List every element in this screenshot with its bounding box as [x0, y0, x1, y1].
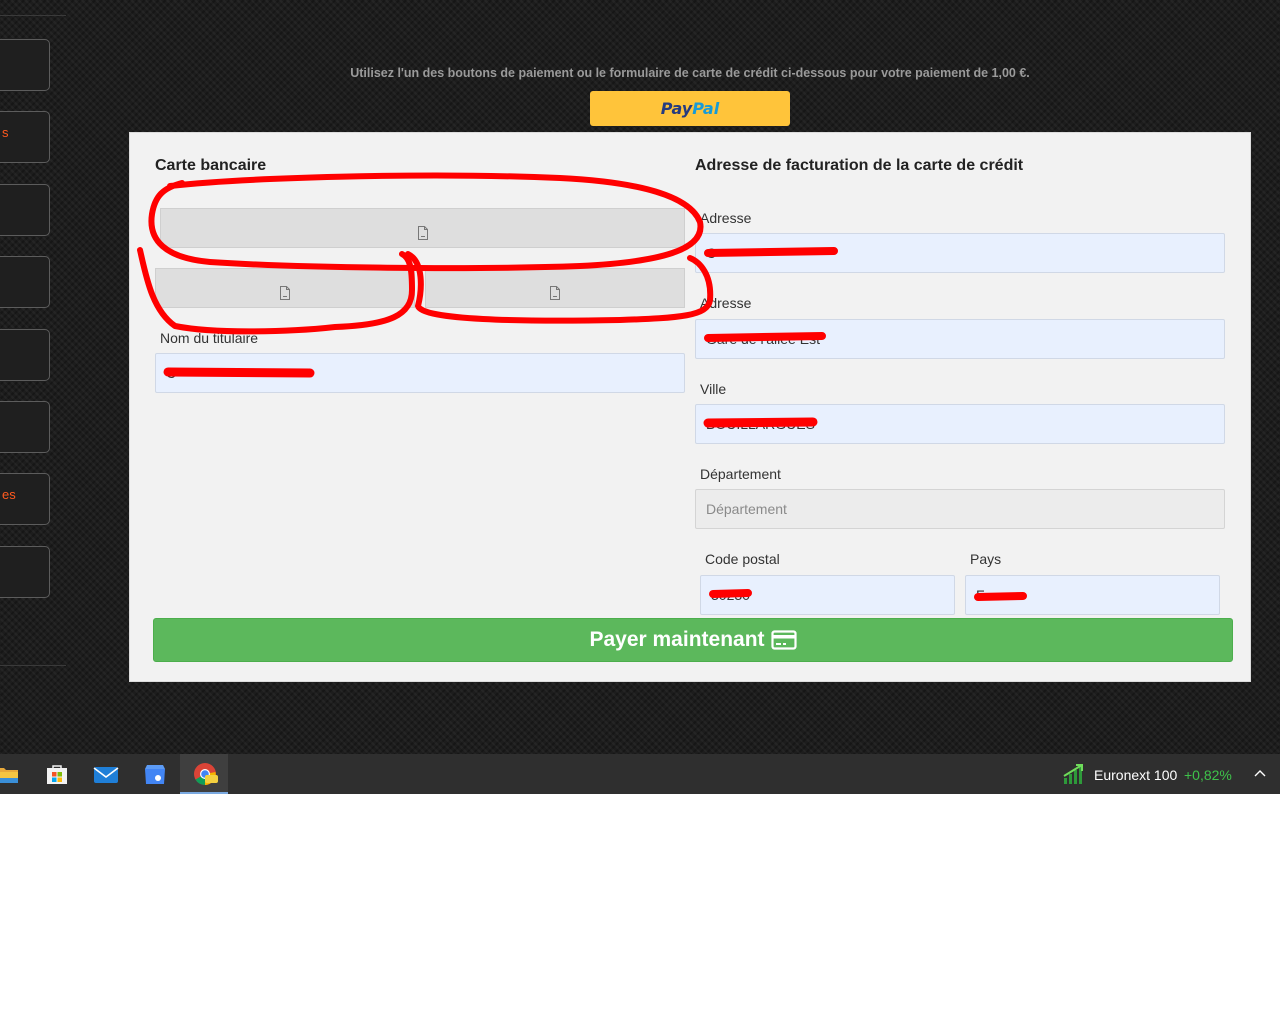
city-input[interactable]: BOUILLARGUES	[695, 404, 1225, 444]
sidebar-item[interactable]: s	[0, 111, 50, 163]
pay-now-label: Payer maintenant	[589, 628, 765, 651]
sidebar-item[interactable]	[0, 39, 50, 91]
zip-input[interactable]: 30230	[700, 575, 955, 615]
broken-frame-icon	[280, 286, 290, 300]
payment-instruction: Utilisez l'un des boutons de paiement ou…	[350, 66, 1030, 80]
country-select[interactable]: F	[965, 575, 1220, 615]
state-input[interactable]: Département	[695, 489, 1225, 529]
sidebar-item[interactable]	[0, 329, 50, 381]
sidebar-item[interactable]: es	[0, 473, 50, 525]
pay-now-button[interactable]: Payer maintenant	[153, 618, 1233, 662]
card-number-frame[interactable]	[160, 208, 685, 248]
sidebar-item-label: s	[2, 125, 9, 140]
chevron-up-icon[interactable]	[1253, 768, 1267, 778]
credit-card-icon	[770, 630, 797, 650]
payment-form-panel: Carte bancaire Nom du titulaire C Adress…	[129, 132, 1251, 682]
broken-frame-icon	[417, 226, 428, 240]
state-label: Département	[700, 466, 781, 482]
sidebar-item[interactable]	[0, 256, 50, 308]
card-holder-label: Nom du titulaire	[160, 330, 259, 346]
card-holder-input[interactable]: C	[155, 353, 685, 393]
card-section-title: Carte bancaire	[155, 157, 267, 174]
file-explorer-icon[interactable]	[0, 762, 20, 786]
address2-input[interactable]: Gare de l'allée Est	[695, 319, 1225, 359]
country-label: Pays	[970, 551, 1002, 567]
billing-section-title: Adresse de facturation de la carte de cr…	[695, 157, 1024, 174]
sidebar-item[interactable]	[0, 184, 50, 236]
stock-change[interactable]: +0,82%	[1184, 767, 1232, 783]
city-label: Ville	[700, 381, 727, 397]
paypal-logo-pay: Pay	[660, 99, 693, 118]
sidebar-divider	[0, 665, 66, 666]
address2-label: Adresse	[700, 295, 752, 311]
google-my-business-icon[interactable]	[142, 762, 168, 786]
microsoft-store-icon[interactable]	[44, 762, 70, 786]
paypal-button[interactable]: Pay Pal	[590, 91, 790, 126]
address1-input[interactable]: C	[695, 233, 1225, 273]
sidebar-item[interactable]	[0, 546, 50, 598]
sidebar-item-label: es	[2, 487, 16, 502]
sidebar-item[interactable]	[0, 401, 50, 453]
card-cvc-frame[interactable]	[425, 268, 685, 308]
taskbar: Euronext 100 +0,82%	[0, 754, 1280, 794]
stock-name[interactable]: Euronext 100	[1094, 767, 1177, 783]
mail-icon[interactable]	[93, 762, 119, 786]
zip-label: Code postal	[705, 551, 780, 567]
chrome-icon[interactable]	[191, 762, 219, 786]
address1-label: Adresse	[700, 210, 752, 226]
paypal-logo-pal: Pal	[692, 99, 720, 118]
card-expiry-frame[interactable]	[155, 268, 415, 308]
sidebar-divider	[0, 15, 66, 16]
stock-chart-icon[interactable]	[1062, 762, 1086, 786]
broken-frame-icon	[550, 286, 560, 300]
